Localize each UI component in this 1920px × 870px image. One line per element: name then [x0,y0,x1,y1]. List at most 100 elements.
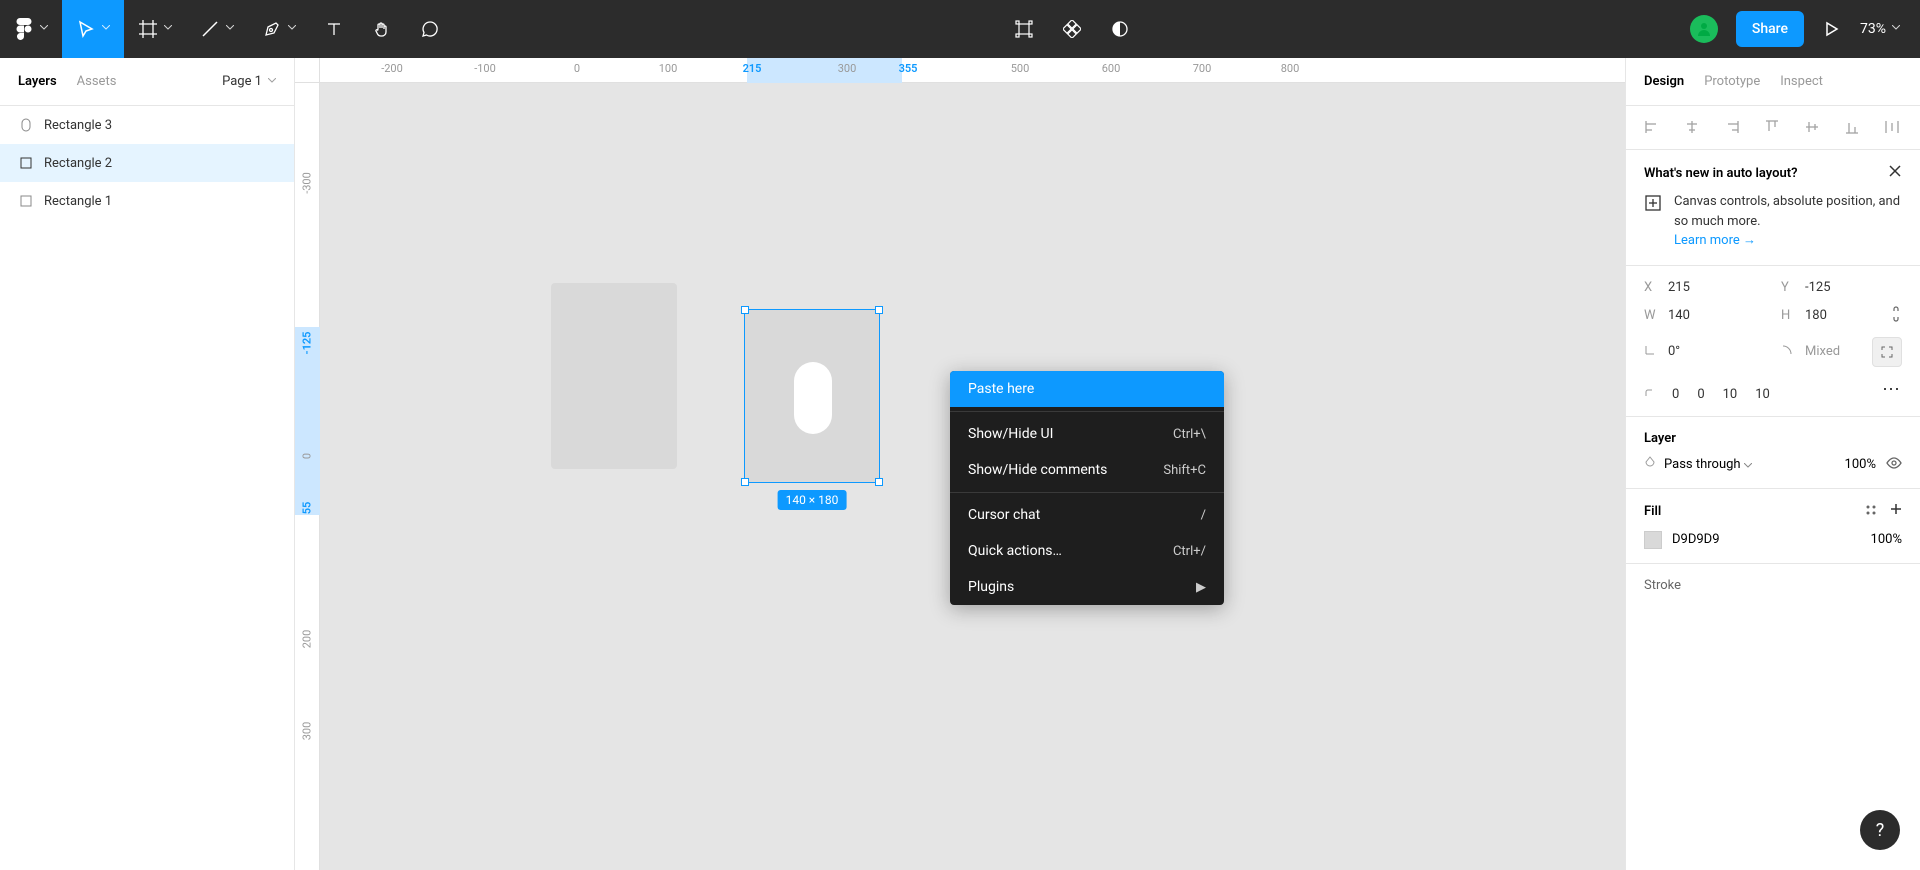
present-icon[interactable] [1822,19,1842,39]
selection-handle[interactable] [741,306,749,314]
chevron-down-icon [102,25,110,33]
help-button[interactable]: ? [1860,810,1900,850]
stroke-section-title: Stroke [1644,578,1681,593]
selection-handle[interactable] [741,478,749,486]
ctx-quick-actions[interactable]: Quick actions… Ctrl+/ [950,533,1224,569]
shape-tool-button[interactable] [186,0,248,58]
align-center-v-icon[interactable] [1804,119,1822,137]
selection-handle[interactable] [875,478,883,486]
component-tool-button[interactable] [1000,0,1048,58]
tab-prototype[interactable]: Prototype [1704,74,1760,89]
fill-opacity-field[interactable]: 100% [1871,532,1902,547]
w-field[interactable]: W140 [1644,305,1765,327]
more-options-icon[interactable]: ⋯ [1882,379,1902,400]
align-top-icon[interactable] [1764,119,1782,137]
ctx-separator [950,492,1224,493]
page-dropdown[interactable]: Page 1 [222,74,276,89]
rectangle-shape-icon [18,193,34,209]
tab-design[interactable]: Design [1644,74,1684,89]
flip-icon [1781,344,1795,360]
visibility-icon[interactable] [1886,457,1902,473]
rotation-field[interactable]: 0° [1644,337,1765,367]
ruler-selection-h [747,58,902,83]
flip-field[interactable]: Mixed [1781,344,1840,360]
zoom-dropdown[interactable]: 73% [1860,21,1900,37]
align-center-h-icon[interactable] [1684,119,1702,137]
fill-swatch[interactable] [1644,531,1662,549]
pill-shape-icon [18,117,34,133]
canvas[interactable]: -200 -100 0 100 215 300 355 500 600 700 … [295,58,1625,870]
text-tool-button[interactable] [310,0,358,58]
comment-tool-button[interactable] [406,0,454,58]
h-field[interactable]: H180 [1781,308,1827,323]
avatar[interactable] [1690,15,1718,43]
distribute-icon[interactable] [1884,119,1902,137]
mask-icon [1110,19,1130,39]
rectangle-2-shape-selected[interactable] [744,309,880,483]
ctx-paste-here[interactable]: Paste here [950,371,1224,407]
align-left-icon[interactable] [1644,119,1662,137]
close-icon[interactable] [1888,164,1902,182]
text-icon [324,19,344,39]
whatsnew-section: What's new in auto layout? Canvas contro… [1626,150,1920,266]
autolayout-icon [1644,194,1662,216]
angle-icon [1644,344,1658,360]
layers-list: Rectangle 3 Rectangle 2 Rectangle 1 [0,106,294,220]
layer-row[interactable]: Rectangle 2 [0,144,294,182]
component-instance-button[interactable] [1048,0,1096,58]
hand-tool-button[interactable] [358,0,406,58]
whatsnew-link[interactable]: Learn more → [1674,233,1756,248]
rectangle-shape-icon [18,155,34,171]
chevron-down-icon [164,25,172,33]
chevron-down-icon [40,25,48,33]
context-menu: Paste here Show/Hide UI Ctrl+\ Show/Hide… [950,371,1224,605]
fill-section: Fill D9D9D9 100% [1626,489,1920,564]
rectangle-3-shape[interactable] [794,362,832,434]
align-bottom-icon[interactable] [1844,119,1862,137]
pen-icon [262,19,282,39]
ctx-show-hide-comments[interactable]: Show/Hide comments Shift+C [950,452,1224,488]
figma-logo-icon [14,19,34,39]
add-fill-icon[interactable] [1890,503,1902,521]
tab-layers[interactable]: Layers [18,74,57,89]
zoom-value: 73% [1860,21,1886,37]
constrain-proportions-icon[interactable] [1890,305,1902,327]
layer-name: Rectangle 3 [44,118,112,133]
selection-handle[interactable] [875,306,883,314]
pen-tool-button[interactable] [248,0,310,58]
rectangle-1-shape[interactable] [551,283,677,469]
x-field[interactable]: X215 [1644,280,1765,295]
fill-style-icon[interactable] [1864,503,1878,521]
ctx-show-hide-ui[interactable]: Show/Hide UI Ctrl+\ [950,416,1224,452]
frame-tool-button[interactable] [124,0,186,58]
align-right-icon[interactable] [1724,119,1742,137]
blend-mode-dropdown[interactable]: Pass through [1664,457,1752,472]
mask-button[interactable] [1096,0,1144,58]
corner-tl-icon [1644,387,1654,402]
layer-row[interactable]: Rectangle 3 [0,106,294,144]
chevron-down-icon [1892,25,1900,33]
opacity-field[interactable]: 100% [1845,457,1876,472]
ctx-separator [950,411,1224,412]
stroke-section: Stroke [1626,564,1920,597]
ruler-horizontal: -200 -100 0 100 215 300 355 500 600 700 … [320,58,1625,83]
fill-hex-field[interactable]: D9D9D9 [1672,532,1720,547]
share-button[interactable]: Share [1736,11,1804,47]
corner-radius-fields[interactable]: 0 0 10 10 [1644,387,1770,402]
tab-inspect[interactable]: Inspect [1780,74,1823,89]
chevron-down-icon [268,78,276,86]
tab-assets[interactable]: Assets [77,74,117,89]
layer-row[interactable]: Rectangle 1 [0,182,294,220]
ctx-cursor-chat[interactable]: Cursor chat / [950,497,1224,533]
y-field[interactable]: Y-125 [1781,280,1902,295]
comment-icon [420,19,440,39]
chevron-down-icon [226,25,234,33]
ruler-vertical: -300 -125 0 55 200 300 [295,83,320,870]
ctx-plugins[interactable]: Plugins ▶ [950,569,1224,605]
whatsnew-title: What's new in auto layout? [1644,166,1798,181]
line-icon [200,19,220,39]
independent-corners-button[interactable] [1872,337,1902,367]
main-menu-button[interactable] [0,0,62,58]
layer-name: Rectangle 2 [44,156,112,171]
move-tool-button[interactable] [62,0,124,58]
